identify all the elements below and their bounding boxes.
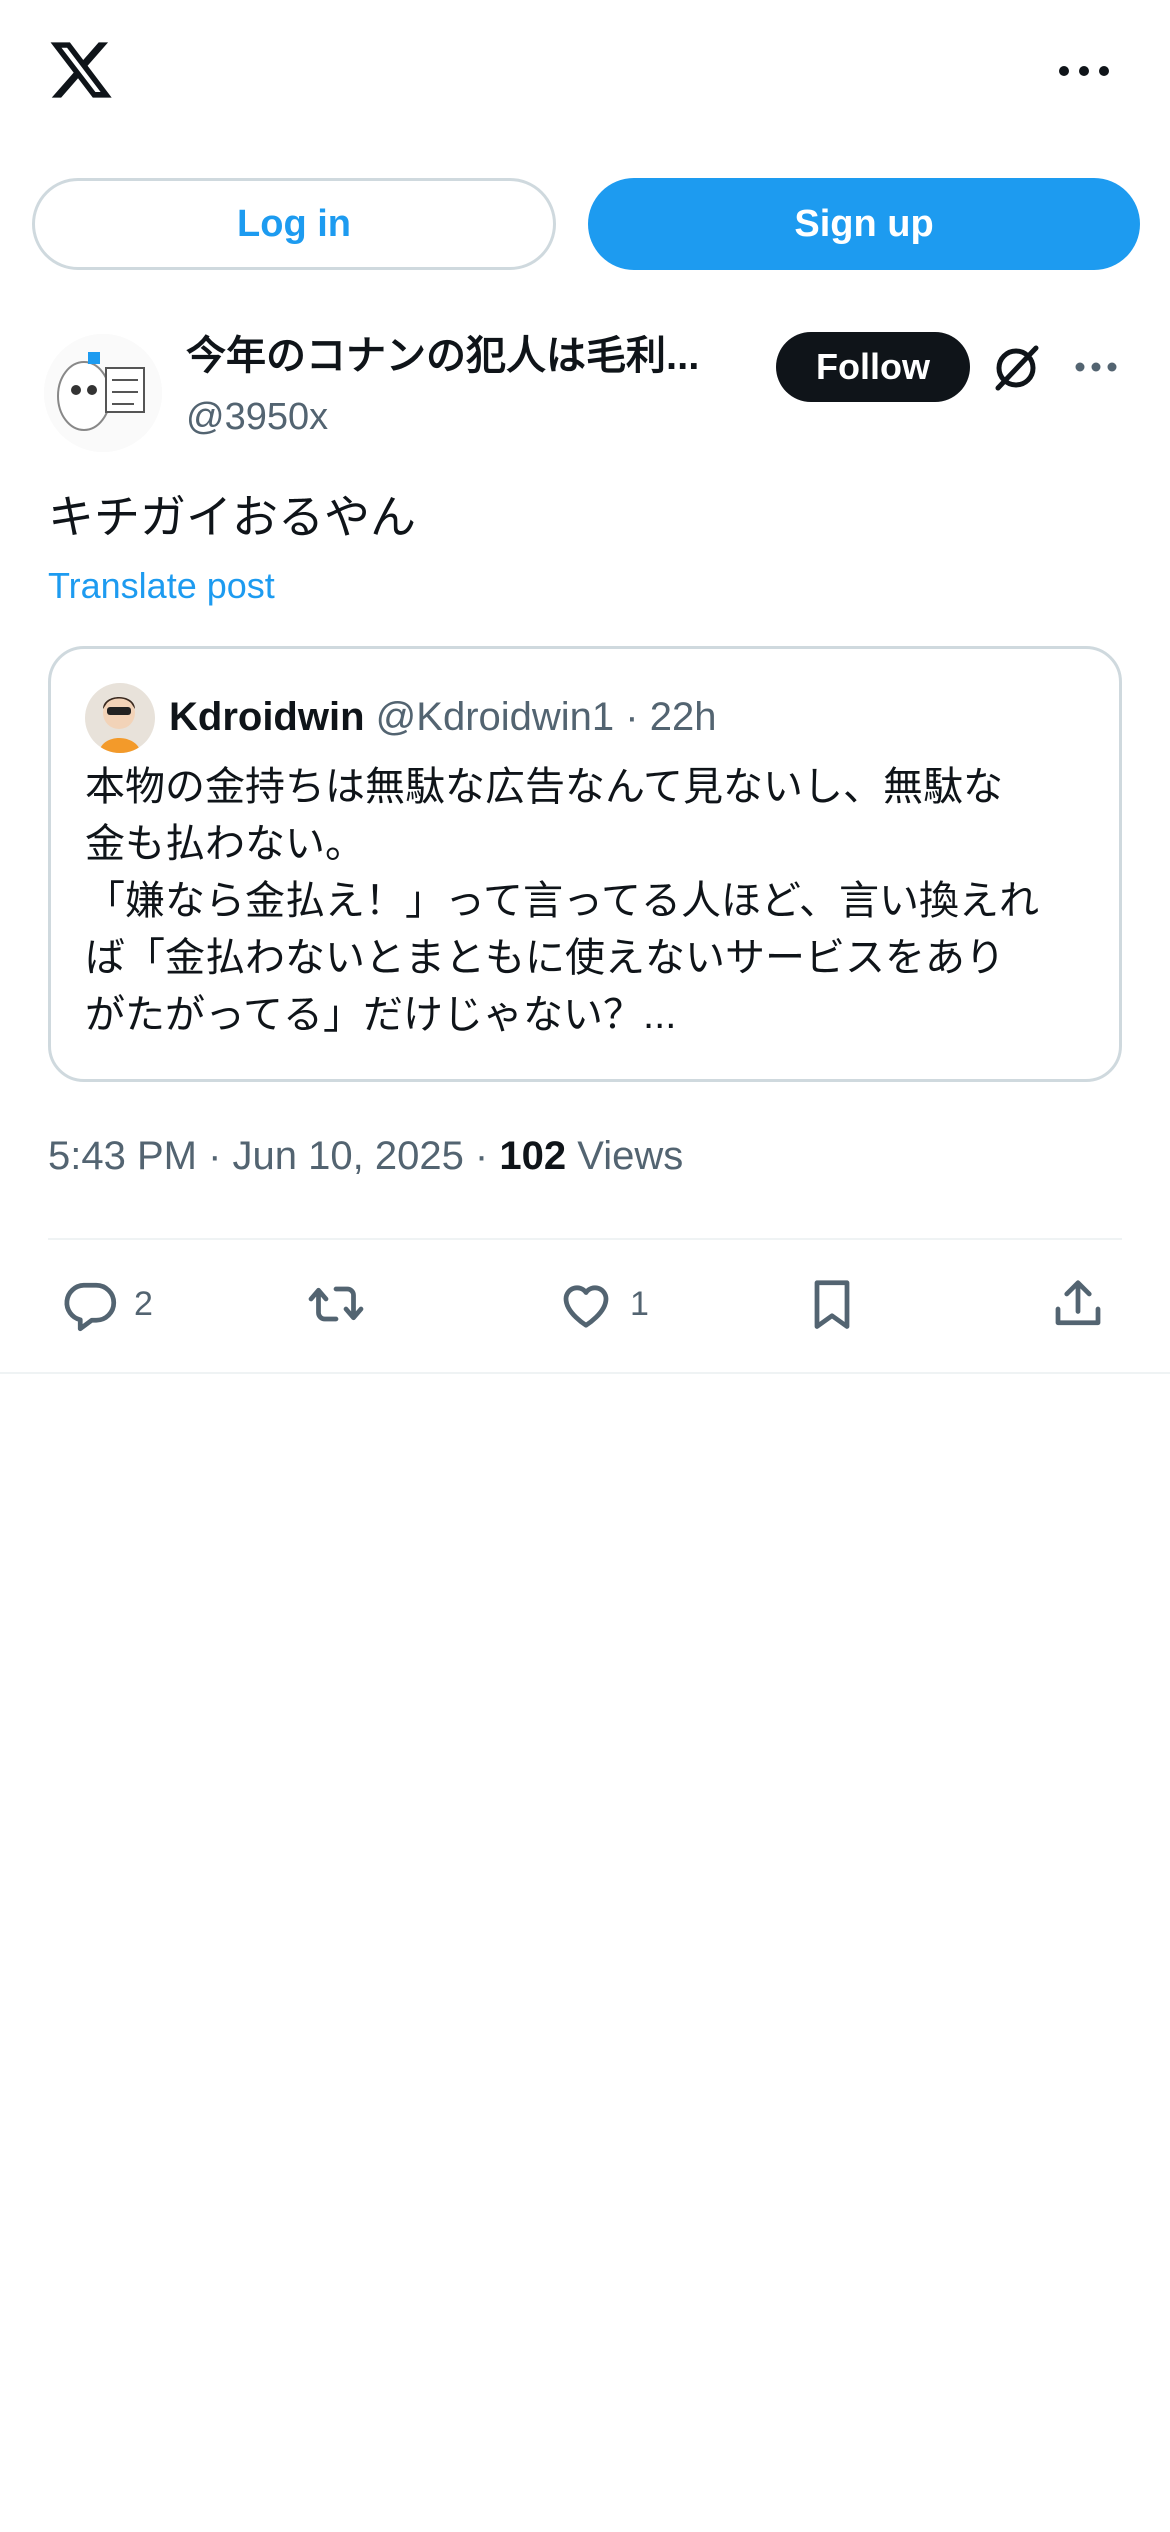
- bookmark-icon: [814, 1280, 850, 1329]
- more-horizontal-icon[interactable]: [1054, 56, 1114, 86]
- bookmark-button[interactable]: [802, 1274, 862, 1334]
- quoted-author-avatar: [85, 683, 155, 753]
- views-count: 102: [499, 1134, 567, 1178]
- grok-icon[interactable]: [990, 342, 1042, 394]
- heart-icon: [563, 1285, 609, 1328]
- divider: [48, 1238, 1122, 1240]
- top-bar: [0, 0, 1170, 150]
- auth-buttons: Log in Sign up: [32, 178, 1140, 272]
- reply-button[interactable]: 2: [60, 1274, 153, 1334]
- reply-icon: [64, 1282, 117, 1332]
- post-page: Log in Sign up 今年のコナンの犯人は毛利... @3950x Fo…: [0, 0, 1170, 2532]
- post-text: キチガイおるやん: [48, 491, 416, 543]
- author-name[interactable]: 今年のコナンの犯人は毛利...: [186, 330, 746, 382]
- repost-button[interactable]: [306, 1274, 380, 1334]
- repost-icon: [308, 1286, 364, 1322]
- divider: [0, 1372, 1170, 1374]
- reply-count: 2: [134, 1284, 153, 1323]
- share-icon: [1055, 1280, 1101, 1326]
- author-avatar[interactable]: [44, 334, 162, 452]
- quoted-post-text: 本物の金持ちは無駄な広告なんて見ないし、無駄な 金も払わない。 「嫌なら金払え！…: [85, 765, 1039, 1037]
- author-handle[interactable]: @3950x: [186, 392, 328, 442]
- translate-post-link[interactable]: Translate post: [48, 562, 275, 610]
- login-button[interactable]: Log in: [32, 178, 556, 270]
- quoted-author-handle-time: @Kdroidwin1 · 22h: [375, 695, 717, 739]
- views-label: Views: [566, 1134, 684, 1178]
- quoted-post[interactable]: Kdroidwin @Kdroidwin1 · 22h 本物の金持ちは無駄な広告…: [48, 646, 1122, 1082]
- post-more-icon[interactable]: [1072, 352, 1120, 382]
- quoted-author-name[interactable]: Kdroidwin: [169, 695, 365, 739]
- follow-button[interactable]: Follow: [776, 332, 970, 402]
- quoted-post-header: Kdroidwin @Kdroidwin1 · 22h: [169, 689, 716, 745]
- post-timestamp[interactable]: 5:43 PM · Jun 10, 2025 ·: [48, 1134, 499, 1178]
- like-button[interactable]: 1: [556, 1274, 649, 1334]
- signup-button[interactable]: Sign up: [588, 178, 1140, 270]
- share-button[interactable]: [1048, 1274, 1108, 1334]
- action-bar: 2 1: [0, 1250, 1170, 1360]
- like-count: 1: [630, 1284, 649, 1323]
- x-logo-icon[interactable]: [44, 36, 118, 104]
- post-meta: 5:43 PM · Jun 10, 2025 · 102 Views: [48, 1128, 683, 1184]
